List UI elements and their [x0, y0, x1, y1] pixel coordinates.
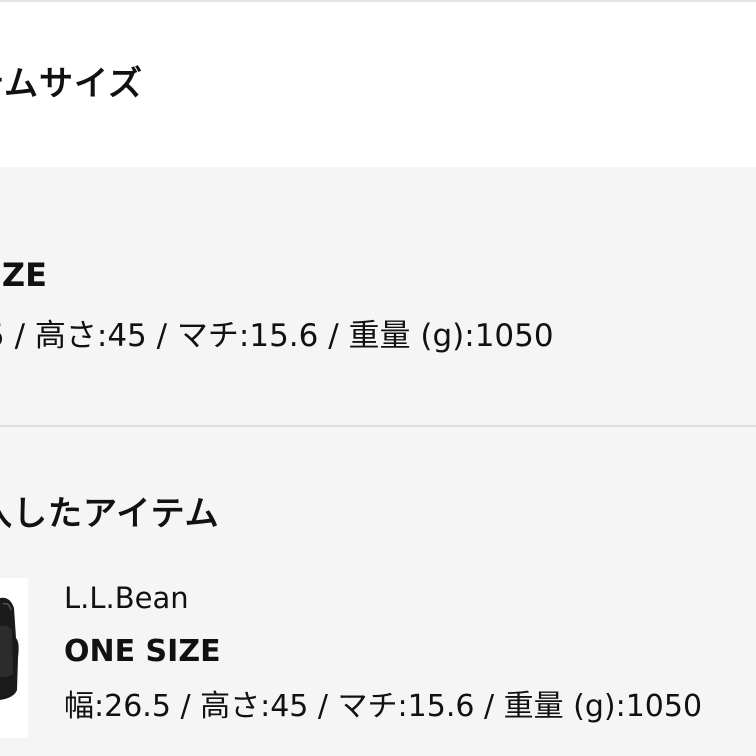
- item-detail: 幅:26.5 / 高さ:45 / マチ:15.6 / 重量 (g):1050: [64, 689, 703, 724]
- item-size: ONE SIZE: [64, 634, 221, 669]
- backpack-thumbnail-icon: [0, 578, 28, 738]
- top-divider: [0, 0, 756, 2]
- item-size-title: テムサイズ: [0, 64, 143, 104]
- item-size-panel: [0, 167, 756, 425]
- size-detail: 5 / 高さ:45 / マチ:15.6 / 重量 (g):1050: [0, 318, 554, 354]
- item-brand[interactable]: L.L.Bean: [64, 580, 189, 616]
- size-name: IZE: [0, 256, 47, 294]
- item-thumbnail[interactable]: [0, 578, 28, 738]
- purchased-items-title: 入したアイテム: [0, 494, 220, 534]
